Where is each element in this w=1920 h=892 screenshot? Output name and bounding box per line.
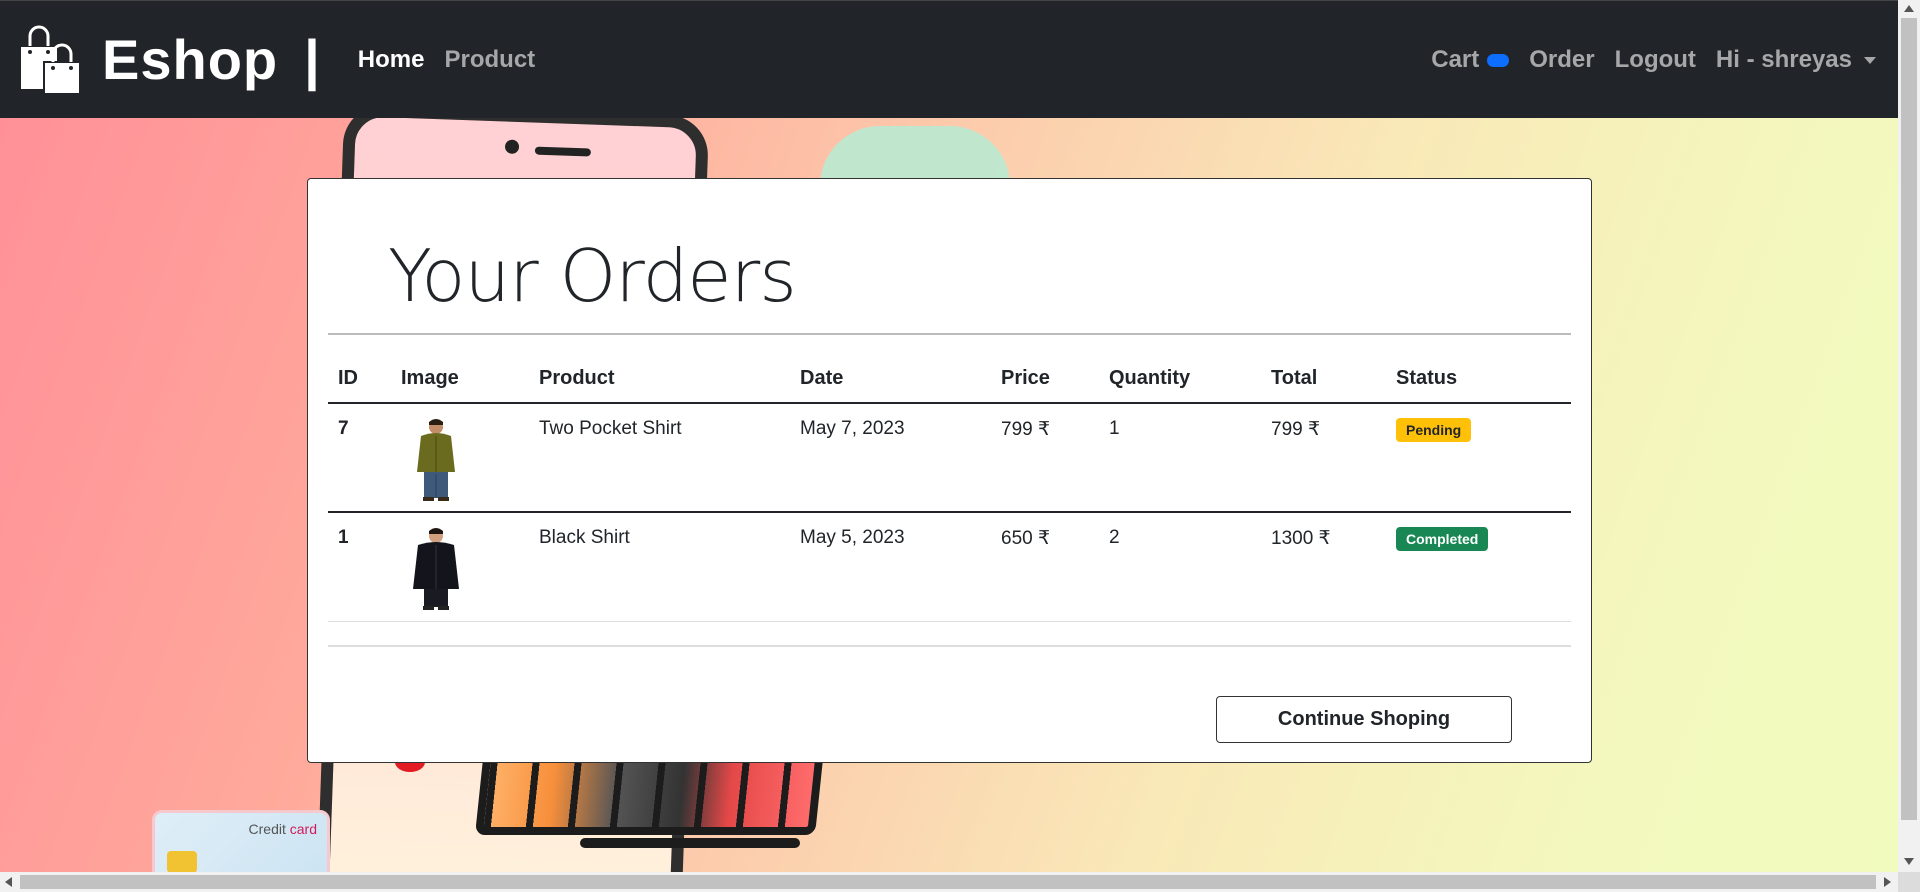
scroll-left-arrow-icon[interactable]: [5, 877, 12, 887]
table-row: 1 Black Shirt May 5, 2023 650 ₹ 2 1300 ₹…: [328, 512, 1571, 622]
column-header-quantity: Quantity: [1099, 367, 1261, 404]
nav-user-links: Cart Order Logout Hi - shreyas: [1431, 46, 1876, 74]
order-price: 650 ₹: [991, 512, 1099, 622]
orders-table: ID Image Product Date Price Quantity Tot…: [328, 367, 1571, 622]
order-status-cell: Completed: [1386, 512, 1571, 622]
brand-name[interactable]: Eshop: [102, 27, 278, 92]
credit-card-label: Credit card: [249, 821, 317, 837]
order-quantity: 1: [1099, 403, 1261, 513]
order-quantity: 2: [1099, 512, 1261, 622]
nav-main-links: Home Product: [358, 46, 535, 74]
scroll-right-arrow-icon[interactable]: [1884, 877, 1891, 887]
nav-cart-label: Cart: [1431, 45, 1480, 73]
order-date: May 7, 2023: [790, 403, 991, 513]
black-shirt-photo-icon: [411, 528, 461, 616]
scroll-up-arrow-icon[interactable]: [1904, 5, 1914, 12]
table-header-row: ID Image Product Date Price Quantity Tot…: [328, 367, 1571, 404]
credit-card-text: Credit: [248, 821, 286, 837]
continue-shopping-button[interactable]: Continue Shoping: [1216, 696, 1512, 743]
column-header-price: Price: [991, 367, 1099, 404]
order-id: 7: [328, 403, 391, 513]
scrollbar-corner: [1898, 872, 1920, 892]
order-status-cell: Pending: [1386, 403, 1571, 513]
column-header-total: Total: [1261, 367, 1386, 404]
brand-separator: |: [304, 28, 320, 91]
nav-logout-link[interactable]: Logout: [1615, 46, 1696, 74]
order-price: 799 ₹: [991, 403, 1099, 513]
credit-card-accent-text: card: [289, 821, 317, 837]
column-header-product: Product: [529, 367, 790, 404]
shopping-bags-icon: [16, 24, 84, 96]
brand[interactable]: Eshop |: [16, 24, 320, 96]
divider: [328, 333, 1571, 335]
order-image-cell: [391, 403, 529, 513]
scrollbar-thumb[interactable]: [20, 875, 1876, 889]
column-header-date: Date: [790, 367, 991, 404]
nav-home-link[interactable]: Home: [358, 46, 425, 74]
order-product: Black Shirt: [529, 512, 790, 622]
user-greeting: Hi - shreyas: [1715, 45, 1852, 73]
scrollbar-thumb[interactable]: [1901, 18, 1917, 820]
column-header-id: ID: [328, 367, 391, 404]
user-dropdown[interactable]: Hi - shreyas: [1716, 46, 1876, 74]
phone-camera: [504, 139, 520, 154]
nav-product-link[interactable]: Product: [444, 46, 535, 74]
status-badge: Pending: [1396, 418, 1472, 442]
vertical-scrollbar[interactable]: [1898, 0, 1920, 872]
column-header-status: Status: [1386, 367, 1571, 404]
order-date: May 5, 2023: [790, 512, 991, 622]
divider: [328, 645, 1571, 647]
page-title: Your Orders: [388, 234, 797, 318]
orders-card: Your Orders ID Image Product Date Price …: [307, 178, 1592, 763]
cart-count-badge: [1487, 53, 1510, 67]
order-product: Two Pocket Shirt: [529, 403, 790, 513]
credit-card-chip: [167, 851, 197, 873]
shopping-cart-base: [580, 838, 800, 848]
phone-speaker: [534, 146, 592, 157]
navbar: Eshop | Home Product Cart Order Logout H…: [0, 0, 1898, 118]
order-id: 1: [328, 512, 391, 622]
order-total: 799 ₹: [1261, 403, 1386, 513]
order-image-cell: [391, 512, 529, 622]
chevron-down-icon: [1864, 56, 1876, 64]
order-total: 1300 ₹: [1261, 512, 1386, 622]
nav-order-link[interactable]: Order: [1529, 46, 1594, 74]
table-row: 7 Two Pocket Shirt May 7, 2023 799 ₹ 1 7…: [328, 403, 1571, 513]
olive-shirt-photo-icon: [411, 419, 461, 507]
column-header-image: Image: [391, 367, 529, 404]
scroll-down-arrow-icon[interactable]: [1904, 858, 1914, 865]
horizontal-scrollbar[interactable]: [0, 872, 1898, 892]
nav-cart-link[interactable]: Cart: [1431, 45, 1510, 74]
status-badge: Completed: [1396, 527, 1489, 551]
